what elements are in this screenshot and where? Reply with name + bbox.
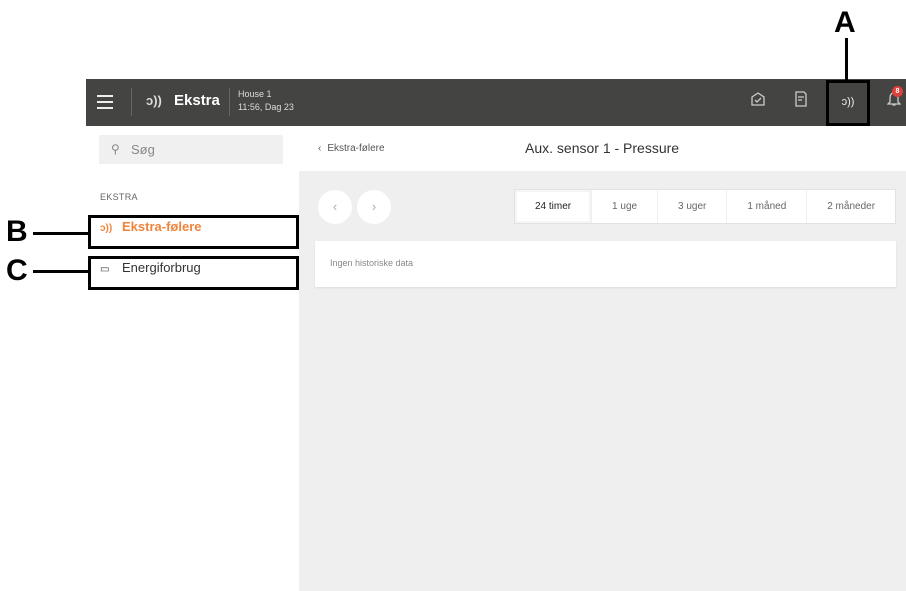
house-time: 11:56, Dag 23 <box>238 102 294 112</box>
callout-box-a <box>826 80 870 126</box>
tab-24-timer[interactable]: 24 timer <box>515 190 592 223</box>
house-name: House 1 <box>238 89 272 99</box>
callout-box-b <box>88 215 299 249</box>
house-info: House 1 11:56, Dag 23 <box>238 88 294 114</box>
history-card: Ingen historiske data <box>315 241 896 287</box>
top-bar: ↄ)) Ekstra House 1 11:56, Dag 23 ↄ)) 8 <box>86 79 906 126</box>
inbox-check-icon[interactable] <box>746 90 770 114</box>
tab-1-uge[interactable]: 1 uge <box>591 190 657 223</box>
topbar-divider <box>229 88 230 116</box>
search-icon: ⚲ <box>111 142 120 156</box>
next-period-button[interactable]: › <box>357 190 391 224</box>
empty-state-message: Ingen historiske data <box>330 258 414 268</box>
search-placeholder: Søg <box>131 142 155 157</box>
hamburger-menu-icon[interactable] <box>97 93 117 111</box>
tab-1-maned[interactable]: 1 måned <box>726 190 806 223</box>
page-title: Aux. sensor 1 - Pressure <box>525 140 680 156</box>
page-header: ‹ Ekstra-følere Aux. sensor 1 - Pressure <box>299 126 906 171</box>
callout-box-c <box>88 256 299 290</box>
app-name: Ekstra <box>174 92 220 109</box>
callout-line-a <box>845 38 848 80</box>
search-input[interactable]: ⚲ Søg <box>99 135 283 164</box>
tab-2-maneder[interactable]: 2 måneder <box>806 190 895 223</box>
bell-icon[interactable]: 8 <box>882 86 906 114</box>
back-label: Ekstra-følere <box>327 143 385 154</box>
back-link[interactable]: ‹ Ekstra-følere <box>318 143 385 154</box>
callout-line-b <box>33 232 89 235</box>
section-title: EKSTRA <box>100 192 138 202</box>
previous-period-button[interactable]: ‹ <box>318 190 352 224</box>
topbar-divider <box>131 88 132 116</box>
period-tabs: 24 timer 1 uge 3 uger 1 måned 2 måneder <box>514 189 896 224</box>
callout-label-b: B <box>6 215 28 248</box>
notification-badge: 8 <box>892 86 903 97</box>
report-edit-icon[interactable] <box>789 90 813 114</box>
sidebar: ⚲ Søg EKSTRA ↄ)) Ekstra-følere ▭ Energifor… <box>86 126 299 591</box>
chevron-left-icon: ‹ <box>318 143 322 154</box>
callout-label-c: C <box>6 254 28 287</box>
main-content: ‹ Ekstra-følere Aux. sensor 1 - Pressure … <box>299 126 906 591</box>
callout-label-a: A <box>834 6 856 39</box>
sensor-signal-icon: ↄ)) <box>146 93 162 108</box>
callout-line-c <box>33 270 89 273</box>
tab-3-uger[interactable]: 3 uger <box>657 190 726 223</box>
